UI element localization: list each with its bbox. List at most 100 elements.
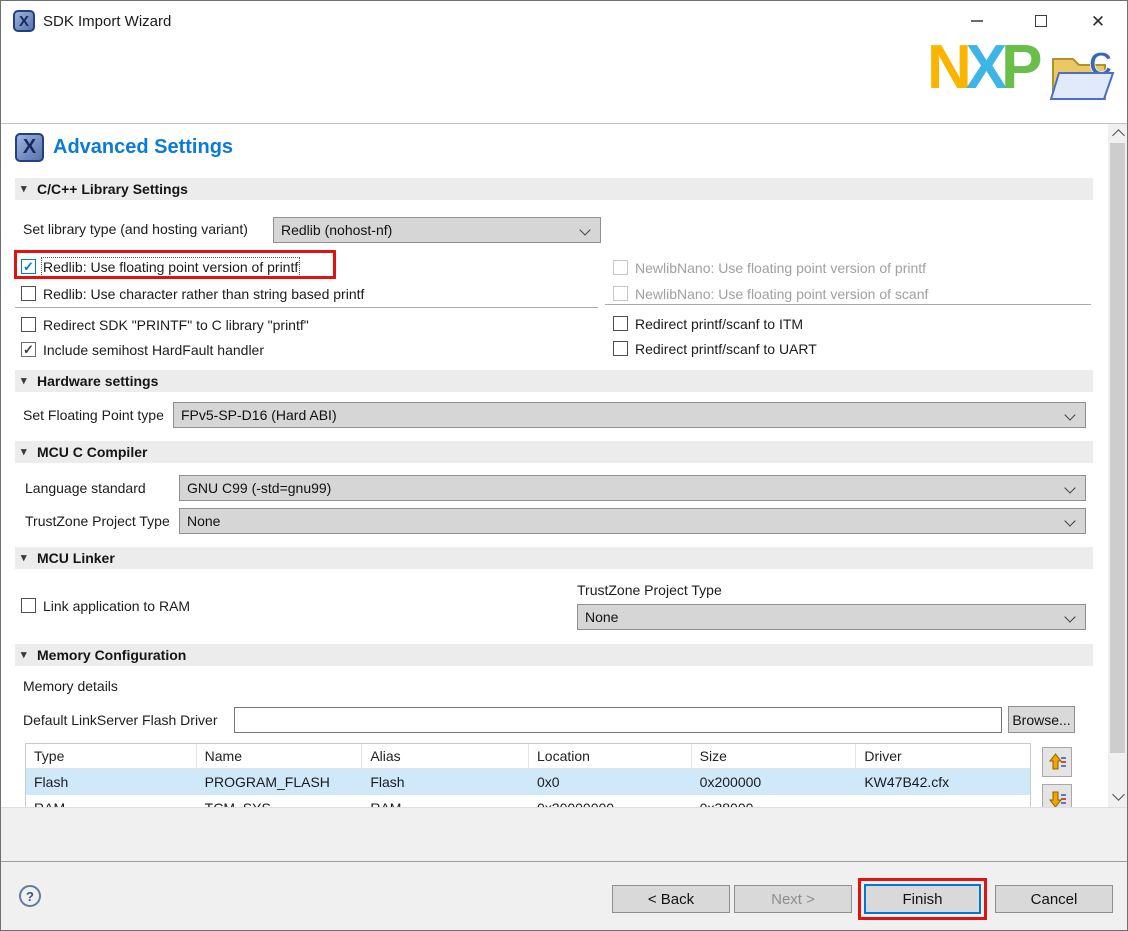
col-header-name[interactable]: Name (197, 744, 363, 768)
library-type-value: Redlib (nohost-nf) (281, 222, 393, 238)
next-button: Next > (734, 885, 852, 913)
section-mcu-c-compiler[interactable]: MCU C Compiler (15, 441, 1093, 463)
browse-label: Browse... (1012, 711, 1071, 728)
minimize-icon (971, 20, 983, 22)
checkbox-redirect-uart[interactable]: Redirect printf/scanf to UART (613, 340, 817, 357)
col-header-alias[interactable]: Alias (362, 744, 529, 768)
trustzone-compiler-dropdown[interactable]: None (179, 508, 1086, 534)
left-group-divider (15, 307, 598, 308)
memory-details-label: Memory details (23, 678, 118, 694)
back-label: < Back (647, 890, 695, 908)
checkbox-label: Redlib: Use character rather than string… (43, 285, 365, 302)
cell-size: 0x200000 (699, 774, 762, 790)
checkbox-checked-icon (21, 342, 36, 357)
finish-label: Finish (902, 890, 943, 908)
trustzone-linker-dropdown[interactable]: None (577, 604, 1086, 630)
move-up-button[interactable] (1042, 747, 1072, 777)
cell-type: Flash (34, 774, 69, 790)
vertical-scrollbar[interactable] (1108, 124, 1127, 807)
cell-driver: KW47B42.cfx (864, 774, 950, 790)
next-label: Next > (771, 890, 815, 908)
col-header-driver[interactable]: Driver (856, 744, 1030, 768)
checkbox-label: Redirect printf/scanf to ITM (635, 315, 804, 332)
right-group-divider (605, 304, 1091, 305)
language-standard-dropdown[interactable]: GNU C99 (-std=gnu99) (179, 475, 1086, 501)
checkbox-label: Link application to RAM (43, 597, 191, 614)
footer-bar: ? < Back Next > Finish Cancel (1, 862, 1127, 930)
checkbox-semihost-hardfault[interactable]: Include semihost HardFault handler (21, 341, 264, 358)
scroll-down-icon[interactable] (1112, 788, 1125, 801)
checkbox-unchecked-icon (613, 341, 628, 356)
browse-button[interactable]: Browse... (1008, 706, 1075, 733)
trustzone-compiler-label: TrustZone Project Type (25, 513, 170, 529)
floating-point-label: Set Floating Point type (23, 407, 164, 423)
language-standard-label: Language standard (25, 480, 146, 496)
cell-alias: Flash (370, 774, 405, 790)
close-button[interactable]: ✕ (1075, 1, 1121, 41)
checkbox-unchecked-icon (21, 286, 36, 301)
cancel-label: Cancel (1030, 890, 1078, 908)
move-down-icon (1048, 791, 1066, 808)
section-memory-configuration[interactable]: Memory Configuration (15, 644, 1093, 666)
move-up-icon (1048, 753, 1066, 770)
checkbox-unchecked-icon (613, 316, 628, 331)
nxp-logo: NXP (927, 33, 1043, 102)
trustzone-compiler-value: None (187, 513, 221, 529)
help-icon: ? (26, 888, 34, 904)
section-mcu-linker[interactable]: MCU Linker (15, 547, 1093, 569)
checkbox-label: Include semihost HardFault handler (43, 341, 265, 358)
checkbox-redirect-sdk-printf[interactable]: Redirect SDK "PRINTF" to C library "prin… (21, 316, 309, 333)
checkbox-redirect-itm[interactable]: Redirect printf/scanf to ITM (613, 315, 803, 332)
col-header-size[interactable]: Size (692, 744, 857, 768)
checkbox-redlib-char-printf[interactable]: Redlib: Use character rather than string… (21, 285, 364, 302)
header-divider (1, 123, 1127, 124)
library-type-label: Set library type (and hosting variant) (23, 221, 248, 237)
checkbox-label: NewlibNano: Use floating point version o… (635, 259, 927, 276)
checkbox-label: Redirect printf/scanf to UART (635, 340, 817, 357)
help-button[interactable]: ? (19, 885, 41, 907)
checkbox-label: Redirect SDK "PRINTF" to C library "prin… (43, 316, 309, 333)
page-title: Advanced Settings (53, 136, 234, 158)
col-header-type[interactable]: Type (26, 744, 197, 768)
floating-point-value: FPv5-SP-D16 (Hard ABI) (181, 407, 337, 423)
sdk-folder-icon: C (1049, 46, 1115, 100)
nxp-letter-x: X (965, 33, 1007, 102)
nxp-letter-p: P (1001, 33, 1042, 102)
app-x-icon: X (13, 10, 35, 32)
cancel-button[interactable]: Cancel (995, 885, 1113, 913)
scrollbar-thumb[interactable] (1110, 143, 1125, 753)
section-hardware-settings[interactable]: Hardware settings (15, 370, 1093, 392)
sdk-import-wizard-window: X SDK Import Wizard ✕ NXP C X Advanced S… (0, 0, 1128, 931)
cell-name: PROGRAM_FLASH (204, 774, 330, 790)
col-header-location[interactable]: Location (529, 744, 692, 768)
scroll-up-icon[interactable] (1112, 129, 1125, 142)
close-icon: ✕ (1090, 11, 1106, 31)
table-header-row: Type Name Alias Location Size Driver (26, 744, 1030, 769)
floating-point-dropdown[interactable]: FPv5-SP-D16 (Hard ABI) (173, 402, 1086, 428)
finish-button[interactable]: Finish (864, 884, 981, 914)
checkbox-newlibnano-scanf: NewlibNano: Use floating point version o… (613, 285, 928, 302)
checkbox-unchecked-icon (21, 598, 36, 613)
library-type-dropdown[interactable]: Redlib (nohost-nf) (273, 217, 601, 243)
table-row[interactable]: Flash PROGRAM_FLASH Flash 0x0 0x200000 K… (26, 769, 1030, 795)
checkbox-unchecked-icon (613, 260, 628, 275)
checkbox-unchecked-icon (613, 286, 628, 301)
checkbox-label: Redlib: Use floating point version of pr… (40, 256, 301, 277)
checkbox-redlib-float-printf[interactable]: Redlib: Use floating point version of pr… (21, 256, 301, 277)
content-footer-spacer (1, 807, 1127, 862)
language-standard-value: GNU C99 (-std=gnu99) (187, 480, 332, 496)
maximize-icon (1035, 15, 1047, 27)
window-title: SDK Import Wizard (43, 13, 172, 30)
advanced-settings-x-icon: X (15, 133, 44, 162)
flash-driver-input[interactable] (234, 707, 1002, 733)
flash-driver-label: Default LinkServer Flash Driver (23, 712, 218, 728)
nxp-letter-n: N (927, 33, 972, 102)
cell-location: 0x0 (537, 774, 560, 790)
trustzone-linker-value: None (585, 609, 619, 625)
checkbox-newlibnano-printf: NewlibNano: Use floating point version o… (613, 259, 926, 276)
checkbox-checked-icon (21, 259, 36, 274)
section-library-settings[interactable]: C/C++ Library Settings (15, 178, 1093, 200)
back-button[interactable]: < Back (612, 885, 730, 913)
checkbox-link-to-ram[interactable]: Link application to RAM (21, 597, 190, 614)
checkbox-label: NewlibNano: Use floating point version o… (635, 285, 929, 302)
